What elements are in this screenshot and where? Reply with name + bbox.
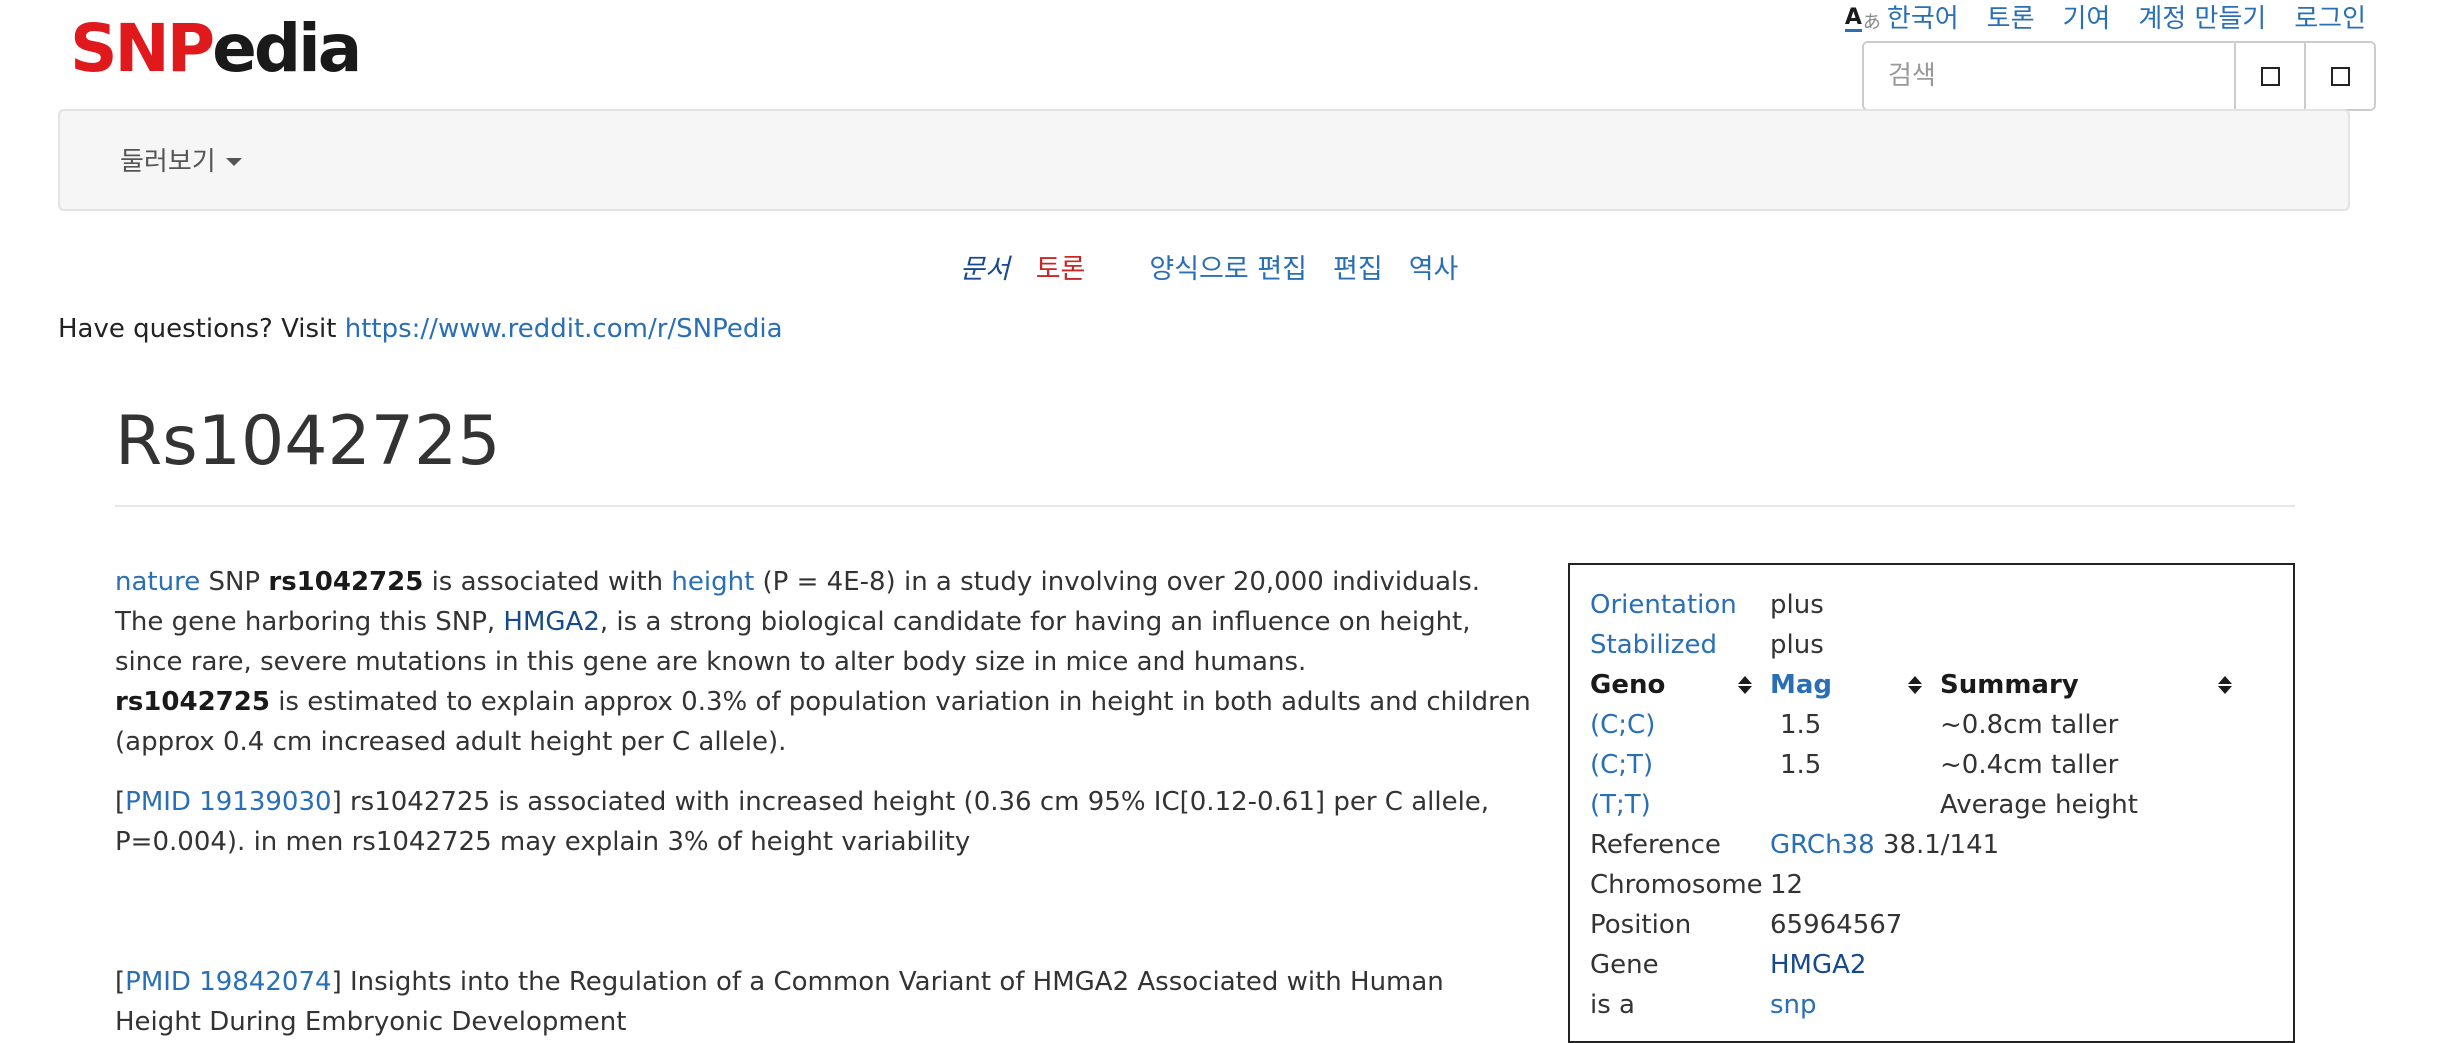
- summary-header[interactable]: Summary: [1940, 665, 2250, 705]
- search-fulltext-button[interactable]: [2304, 43, 2374, 109]
- stabilized-value: plus: [1770, 630, 1824, 660]
- tab-spacer: [1111, 253, 1123, 287]
- infobox-table: Orientation plus Stabilized plus Geno Ma…: [1590, 585, 2250, 1025]
- summary-header-label: Summary: [1940, 670, 2079, 700]
- search-box: [1862, 41, 2376, 111]
- tab-history[interactable]: 역사: [1409, 253, 1459, 287]
- genotype-summary: Average height: [1940, 790, 2138, 820]
- user-talk-link[interactable]: 토론: [1987, 2, 2035, 36]
- snp-name: rs1042725: [115, 687, 270, 717]
- position-label: Position: [1590, 910, 1692, 940]
- mag-header[interactable]: Mag: [1770, 665, 1940, 705]
- snp-infobox: Orientation plus Stabilized plus Geno Ma…: [1568, 563, 2295, 1043]
- text: is estimated to explain approx 0.3% of p…: [115, 687, 1531, 757]
- page-tabs: 문서 토론 양식으로 편집 편집 역사: [960, 253, 1458, 287]
- navbar: 둘러보기: [58, 109, 2350, 211]
- height-link[interactable]: height: [671, 567, 754, 597]
- genotype-header-row: Geno Mag Summary: [1590, 665, 2250, 705]
- isa-label: is a: [1590, 990, 1635, 1020]
- stabilized-row: Stabilized plus: [1590, 625, 2250, 665]
- reference-label: Reference: [1590, 830, 1721, 860]
- personal-nav: Aあ 한국어 토론 기여 계정 만들기 로그인: [1844, 2, 2366, 36]
- tab-edit[interactable]: 편집: [1333, 253, 1383, 287]
- logo-edia-text: edia: [212, 10, 362, 87]
- bracket: [: [115, 967, 126, 997]
- genotype-summary: ~0.8cm taller: [1940, 710, 2119, 740]
- isa-link[interactable]: snp: [1770, 990, 1817, 1020]
- snp-name: rs1042725: [268, 567, 424, 597]
- login-link[interactable]: 로그인: [2294, 2, 2366, 36]
- logo-snp-text: SNP: [70, 10, 215, 87]
- orientation-label[interactable]: Orientation: [1590, 590, 1737, 620]
- genotype-row: (T;T) Average height: [1590, 785, 2250, 825]
- tab-form-edit[interactable]: 양식으로 편집: [1149, 253, 1307, 287]
- sort-icon: [1908, 676, 1922, 694]
- genotype-summary: ~0.4cm taller: [1940, 750, 2119, 780]
- navigation-dropdown[interactable]: 둘러보기: [120, 141, 242, 178]
- bracket: [: [115, 787, 126, 817]
- genotype-link[interactable]: (C;C): [1590, 710, 1655, 740]
- nature-link[interactable]: nature: [115, 567, 200, 597]
- text: SNP: [200, 567, 269, 597]
- grch38-link[interactable]: GRCh38: [1770, 830, 1875, 860]
- pmid-19842074-link[interactable]: PMID 19842074: [125, 967, 331, 997]
- paragraph-pmid-2: [PMID 19842074] Insights into the Regula…: [115, 962, 1535, 1042]
- position-row: Position 65964567: [1590, 905, 2250, 945]
- article-body: nature SNP rs1042725 is associated with …: [115, 562, 1535, 1042]
- genotype-row: (C;C) 1.5 ~0.8cm taller: [1590, 705, 2250, 745]
- square-icon: [2260, 66, 2280, 86]
- tab-talk[interactable]: 토론: [1036, 253, 1086, 287]
- magnitude-value: [1770, 785, 1940, 825]
- gene-row: Gene HMGA2: [1590, 945, 2250, 985]
- title-divider: [115, 505, 2295, 507]
- orientation-row: Orientation plus: [1590, 585, 2250, 625]
- paragraph-variation: rs1042725 is estimated to explain approx…: [115, 682, 1535, 762]
- site-notice-text: Have questions? Visit: [58, 314, 345, 344]
- mag-header-link[interactable]: Mag: [1770, 670, 1832, 700]
- page-title: Rs1042725: [115, 402, 501, 481]
- genotype-row: (C;T) 1.5 ~0.4cm taller: [1590, 745, 2250, 785]
- geno-header-label: Geno: [1590, 670, 1666, 700]
- position-value: 65964567: [1770, 910, 1903, 940]
- gene-link[interactable]: HMGA2: [1770, 950, 1866, 980]
- navigation-dropdown-label: 둘러보기: [120, 147, 216, 177]
- magnitude-value: 1.5: [1780, 710, 1822, 740]
- chromosome-value: 12: [1770, 870, 1804, 900]
- create-account-link[interactable]: 계정 만들기: [2138, 2, 2266, 36]
- chromosome-label: Chromosome: [1590, 870, 1763, 900]
- sort-icon: [1738, 676, 1752, 694]
- hmga2-link[interactable]: HMGA2: [503, 607, 599, 637]
- chromosome-row: Chromosome 12: [1590, 865, 2250, 905]
- language-selector[interactable]: Aあ 한국어: [1844, 2, 1959, 36]
- stabilized-label[interactable]: Stabilized: [1590, 630, 1717, 660]
- magnitude-value: 1.5: [1780, 750, 1822, 780]
- gene-label: Gene: [1590, 950, 1659, 980]
- reddit-link[interactable]: https://www.reddit.com/r/SNPedia: [345, 314, 783, 344]
- language-link[interactable]: 한국어: [1887, 2, 1959, 36]
- orientation-value: plus: [1770, 590, 1824, 620]
- search-go-button[interactable]: [2234, 43, 2304, 109]
- genotype-link[interactable]: (T;T): [1590, 790, 1651, 820]
- isa-row: is a snp: [1590, 985, 2250, 1025]
- tab-page[interactable]: 문서: [960, 253, 1010, 287]
- site-notice: Have questions? Visit https://www.reddit…: [58, 314, 783, 344]
- reference-row: Reference GRCh38 38.1/141: [1590, 825, 2250, 865]
- caret-down-icon: [225, 157, 242, 166]
- reference-value: 38.1/141: [1874, 830, 2000, 860]
- search-input[interactable]: [1864, 43, 2234, 109]
- paragraph-intro: nature SNP rs1042725 is associated with …: [115, 562, 1535, 682]
- sort-icon: [2218, 676, 2232, 694]
- contributions-link[interactable]: 기여: [2063, 2, 2111, 36]
- pmid-19139030-link[interactable]: PMID 19139030: [125, 787, 331, 817]
- geno-header[interactable]: Geno: [1590, 665, 1770, 705]
- paragraph-pmid-1: [PMID 19139030] rs1042725 is associated …: [115, 782, 1535, 862]
- translate-icon: Aあ: [1844, 4, 1881, 33]
- genotype-link[interactable]: (C;T): [1590, 750, 1653, 780]
- square-icon: [2330, 66, 2350, 86]
- site-logo[interactable]: SNPedia: [70, 10, 362, 88]
- text: is associated with: [423, 567, 672, 597]
